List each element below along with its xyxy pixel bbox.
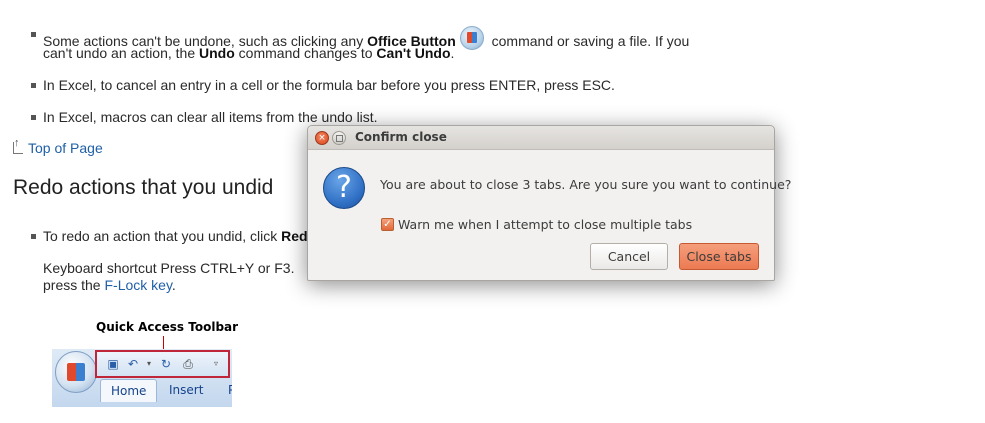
- qat-highlight-box: ▣ ↶ ▾ ↻ ⎙ ▿: [95, 350, 230, 378]
- bullet-2: In Excel, to cancel an entry in a cell o…: [43, 77, 615, 93]
- bullet-dot: [31, 115, 36, 120]
- quick-access-toolbar-figure: ▣ ↶ ▾ ↻ ⎙ ▿ Home Insert P: [52, 349, 232, 407]
- undo-term: Undo: [199, 45, 235, 61]
- warn-checkbox-label[interactable]: Warn me when I attempt to close multiple…: [398, 217, 692, 232]
- dialog-title: Confirm close: [355, 130, 447, 144]
- bullet-dot: [31, 234, 36, 239]
- flock-period: .: [171, 277, 176, 293]
- redo-bullet-text: To redo an action that you undid, click: [43, 228, 282, 244]
- warn-checkbox[interactable]: ✓: [381, 218, 394, 231]
- close-tabs-button[interactable]: Close tabs: [679, 243, 759, 270]
- top-of-page-link[interactable]: Top of Page: [13, 137, 103, 156]
- office-orb-icon: [55, 351, 97, 393]
- bullet-dot: [31, 83, 36, 88]
- undo-icon: ↶: [127, 357, 139, 371]
- bullet-1-line-2: can't undo an action, the Undo command c…: [43, 44, 454, 62]
- redo-icon: ↻: [160, 357, 172, 371]
- redo-term: Red: [281, 228, 308, 244]
- print-icon: ⎙: [183, 357, 193, 371]
- dialog-titlebar: × Confirm close: [308, 126, 774, 150]
- arrow-up-icon: [13, 137, 23, 154]
- dropdown-arrow-icon: ▾: [146, 359, 151, 368]
- window-close-icon[interactable]: ×: [315, 131, 329, 145]
- bullet-1-period: .: [450, 45, 455, 61]
- bullet-dot: [31, 32, 36, 37]
- qat-caption: Quick Access Toolbar: [96, 320, 239, 334]
- cant-undo-term: Can't Undo: [376, 45, 451, 61]
- bullet-1-line-2-mid: command changes to: [234, 45, 377, 61]
- office-button-icon: [459, 26, 484, 50]
- keyboard-shortcut-line: Keyboard shortcut Press CTRL+Y or F3.: [43, 260, 295, 276]
- top-of-page-label[interactable]: Top of Page: [28, 140, 103, 156]
- cancel-button[interactable]: Cancel: [590, 243, 668, 270]
- tab-insert: Insert: [169, 383, 204, 397]
- bullet-3: In Excel, macros can clear all items fro…: [43, 109, 378, 125]
- bullet-1-line-2-text: can't undo an action, the: [43, 45, 200, 61]
- bullet-1-text-end: command or saving a file. If you: [487, 33, 690, 49]
- section-title: Redo actions that you undid: [13, 176, 274, 199]
- question-icon: ?: [323, 167, 365, 209]
- redo-bullet: To redo an action that you undid, click …: [43, 227, 308, 245]
- f-lock-key-link[interactable]: F-Lock key: [104, 277, 171, 293]
- window-maximize-icon[interactable]: [332, 131, 346, 145]
- callout-line: [163, 336, 164, 349]
- tab-page-layout-partial: P: [228, 383, 232, 397]
- dialog-message: You are about to close 3 tabs. Are you s…: [380, 177, 792, 192]
- confirm-close-dialog: × Confirm close ? You are about to close…: [307, 125, 791, 281]
- flock-line: press the F-Lock key.: [43, 276, 176, 294]
- save-icon: ▣: [107, 357, 119, 371]
- customize-arrow-icon: ▿: [213, 359, 218, 368]
- tab-home: Home: [100, 379, 158, 402]
- press-the-text: press the: [43, 277, 105, 293]
